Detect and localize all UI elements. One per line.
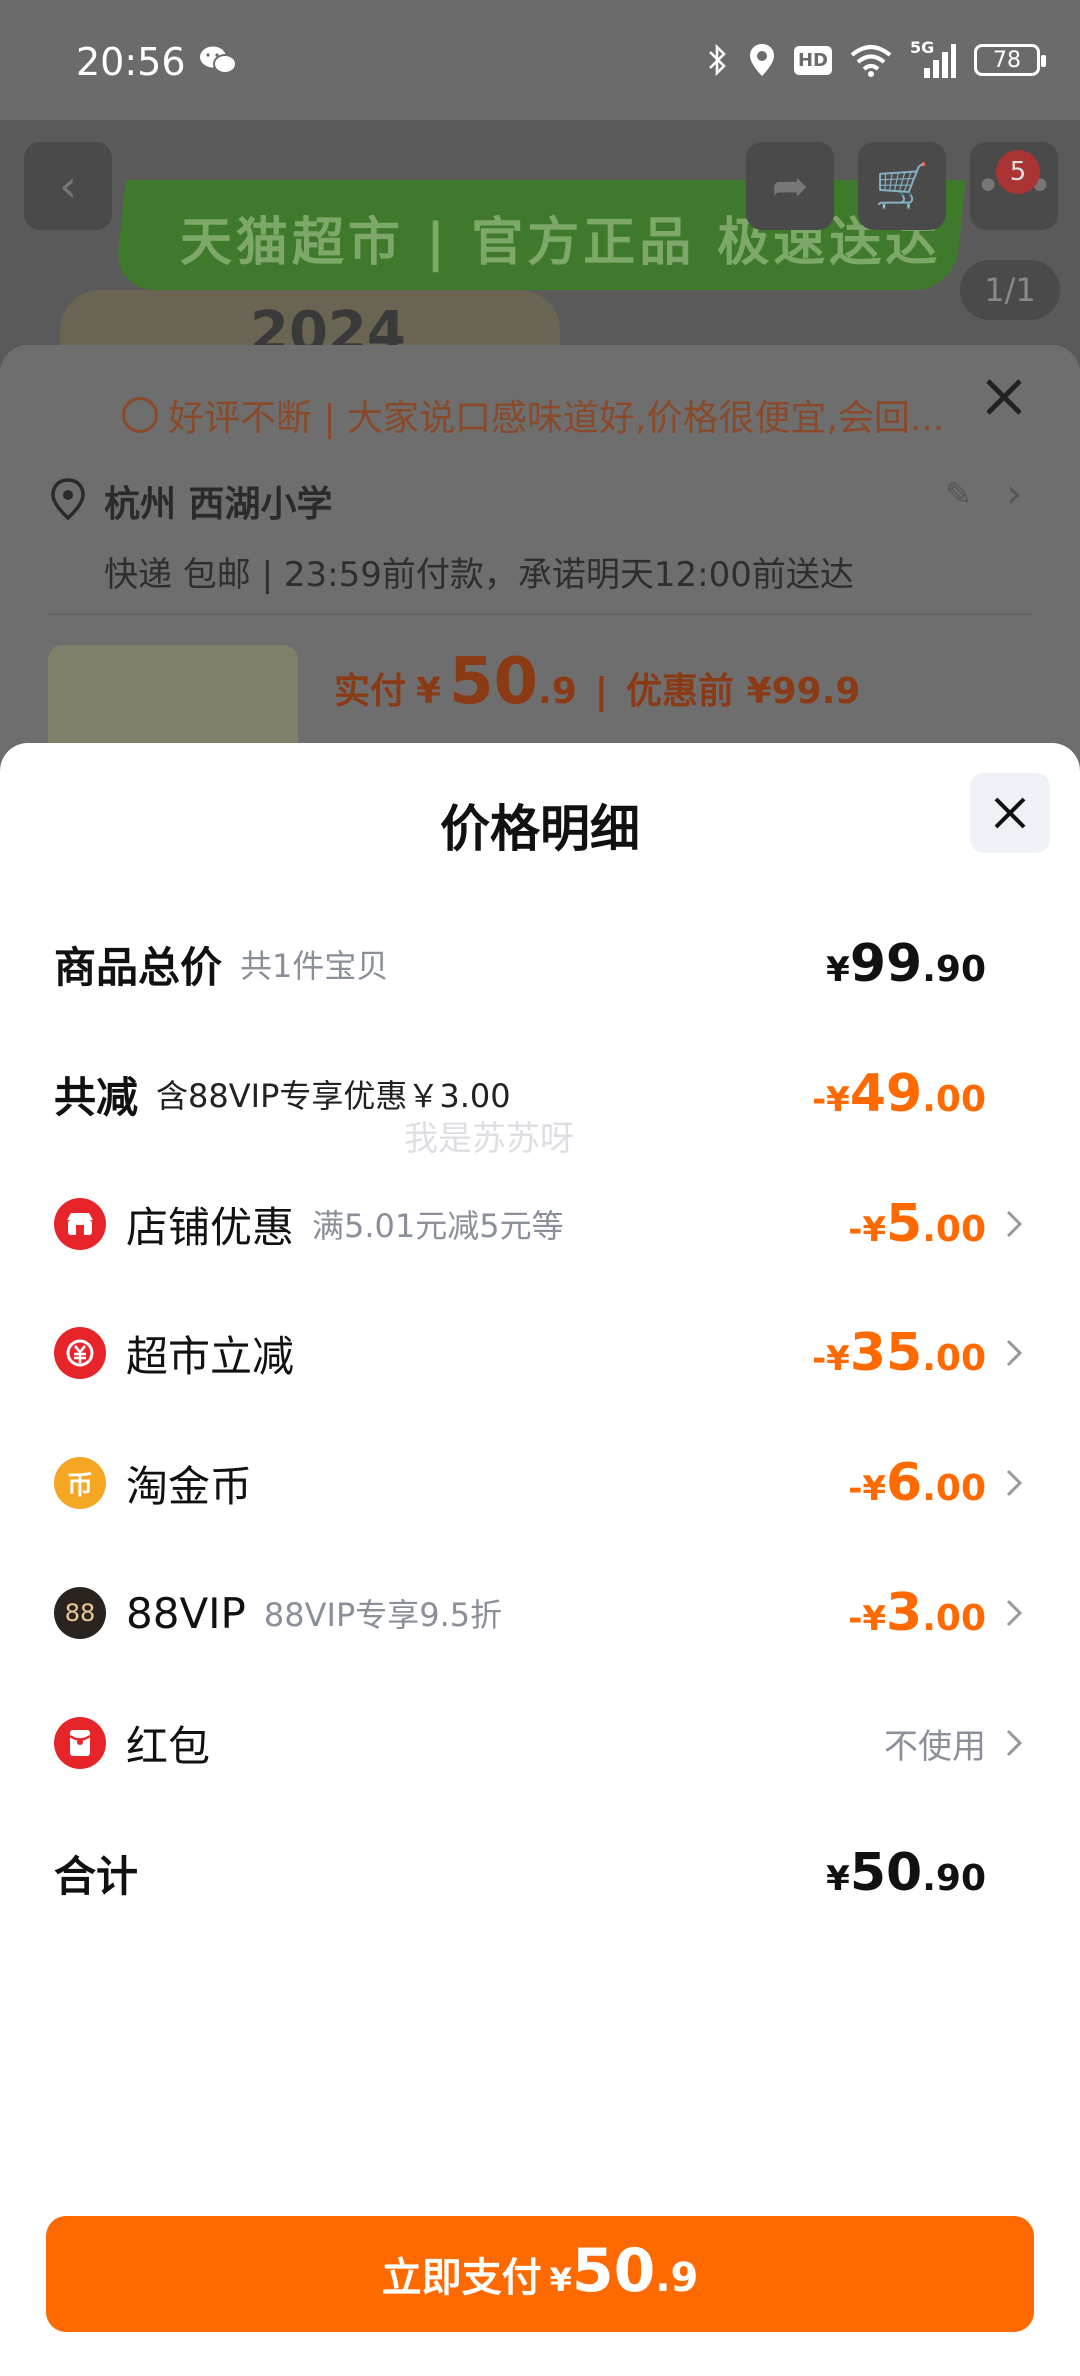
location-pin-icon bbox=[51, 478, 85, 521]
location-icon bbox=[749, 44, 774, 76]
coin-amount: -¥ 6.00 bbox=[848, 1453, 986, 1513]
status-time: 20:56 bbox=[76, 40, 186, 84]
share-button[interactable]: ➦ bbox=[746, 142, 834, 230]
coin-row[interactable]: 币 淘金币 -¥ 6.00 bbox=[54, 1443, 1026, 1523]
chat-icon bbox=[122, 397, 158, 433]
yuan-down-icon bbox=[54, 1327, 106, 1379]
bluetooth-icon bbox=[709, 43, 726, 77]
total-discount-row: 共减 含88VIP专享优惠￥3.00 -¥ 49.00 bbox=[54, 1064, 986, 1124]
shop-discount-amount: -¥ 5.00 bbox=[848, 1194, 986, 1254]
cart-button[interactable]: 🛒 bbox=[858, 142, 946, 230]
divider bbox=[48, 613, 1032, 615]
price-detail-modal: 价格明细 我是苏苏呀 商品总价 共1件宝贝 ¥99.90 共减 含88VIP专享… bbox=[0, 743, 1080, 2376]
wechat-icon bbox=[200, 46, 237, 74]
wifi-icon bbox=[850, 45, 892, 77]
address-row[interactable]: 杭州 西湖小学 快递 包邮 | 23:59前付款，承诺明天12:00前送达 ✎ … bbox=[48, 471, 1032, 596]
coin-icon: 币 bbox=[54, 1457, 106, 1509]
delivery-info: 快递 包邮 | 23:59前付款，承诺明天12:00前送达 bbox=[104, 555, 854, 595]
close-modal-button[interactable] bbox=[970, 773, 1050, 853]
chevron-right-icon: › bbox=[1006, 471, 1022, 517]
red-envelope-row[interactable]: 红包 不使用 bbox=[54, 1703, 1026, 1783]
edit-icon[interactable]: ✎ bbox=[945, 475, 972, 513]
market-discount-amount: -¥ 35.00 bbox=[812, 1323, 986, 1383]
pay-summary: 实付 ¥ 50 .9 | 优惠前 ¥99.9 bbox=[334, 645, 861, 719]
signal-icon: 5G bbox=[910, 38, 956, 78]
back-button[interactable]: ‹ bbox=[24, 142, 112, 230]
chevron-right-icon bbox=[1006, 1210, 1023, 1238]
subtotal-amount: ¥99.90 bbox=[826, 934, 986, 994]
market-discount-row[interactable]: 超市立减 -¥ 35.00 bbox=[54, 1313, 1026, 1393]
red-envelope-value: 不使用 bbox=[884, 1726, 986, 1767]
total-row: 合计 ¥50.90 bbox=[54, 1843, 986, 1903]
chevron-right-icon bbox=[1006, 1339, 1023, 1367]
close-tip-icon[interactable] bbox=[974, 367, 1034, 427]
chevron-right-icon bbox=[1006, 1599, 1023, 1627]
subtotal-row: 商品总价 共1件宝贝 ¥99.90 bbox=[54, 934, 986, 994]
hd-icon: HD bbox=[793, 45, 832, 75]
order-product-thumbnail bbox=[48, 645, 298, 755]
vip-row[interactable]: 88 88VIP 88VIP专享9.5折 -¥ 3.00 bbox=[54, 1573, 1026, 1653]
image-pager: 1/1 bbox=[960, 260, 1060, 320]
modal-title: 价格明细 bbox=[440, 800, 640, 858]
vip-amount: -¥ 3.00 bbox=[848, 1583, 986, 1643]
red-envelope-icon bbox=[54, 1717, 106, 1769]
battery-icon: 78 bbox=[974, 44, 1046, 76]
total-discount-amount: -¥ 49.00 bbox=[812, 1064, 986, 1124]
cart-badge: 5 bbox=[996, 150, 1040, 194]
status-bar: 20:56 HD 5G 78 bbox=[0, 0, 1080, 120]
chevron-right-icon bbox=[1006, 1469, 1023, 1497]
store-icon bbox=[54, 1198, 106, 1250]
close-icon bbox=[994, 797, 1026, 829]
88vip-icon: 88 bbox=[54, 1587, 106, 1639]
address-title: 杭州 西湖小学 bbox=[104, 484, 333, 525]
shop-discount-row[interactable]: 店铺优惠 满5.01元减5元等 -¥ 5.00 bbox=[54, 1184, 1026, 1264]
review-tip: 好评不断 | 大家说口感味道好,价格很便宜,会回... bbox=[0, 375, 1080, 455]
chevron-right-icon bbox=[1006, 1729, 1023, 1757]
pay-now-button[interactable]: 立即支付 ¥ 50 .9 bbox=[46, 2216, 1034, 2332]
total-amount: ¥50.90 bbox=[826, 1843, 986, 1903]
